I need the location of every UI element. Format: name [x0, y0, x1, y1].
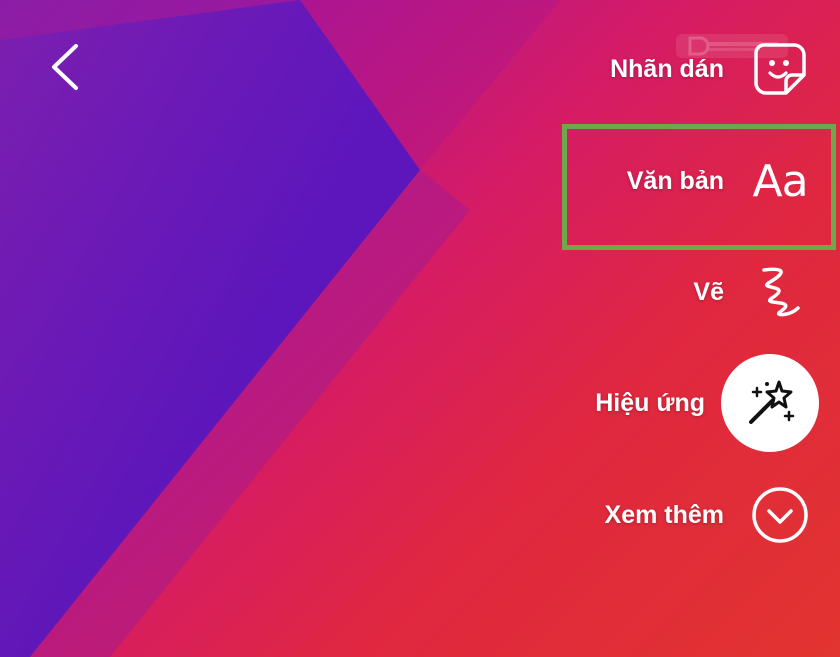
- menu-item-label: Vẽ: [693, 277, 724, 306]
- menu-item-sticker[interactable]: Nhãn dán: [610, 24, 840, 114]
- magic-wand-icon-wrapper: [721, 354, 819, 452]
- menu-item-label: Hiệu ứng: [595, 388, 705, 417]
- menu-item-effects[interactable]: Hiệu ứng: [595, 354, 840, 452]
- menu-item-text[interactable]: Văn bản Aa: [627, 136, 840, 226]
- story-editor-screen: Nhãn dán Văn bản Aa Vẽ Hiệu ứng Xem thêm: [0, 0, 840, 657]
- draw-squiggle-icon: [740, 252, 820, 332]
- menu-item-more[interactable]: Xem thêm: [605, 470, 840, 560]
- menu-item-draw[interactable]: Vẽ: [693, 247, 840, 337]
- text-aa-glyph: Aa: [752, 155, 808, 207]
- chevron-down-circle-icon: [740, 475, 820, 555]
- chevron-left-icon: [52, 44, 78, 90]
- menu-item-label: Nhãn dán: [610, 54, 724, 83]
- text-aa-icon: Aa: [740, 141, 820, 221]
- menu-item-label: Xem thêm: [604, 500, 724, 529]
- menu-item-label: Văn bản: [626, 166, 724, 195]
- sticker-icon: [740, 29, 820, 109]
- effects-active-circle: [721, 354, 819, 452]
- magic-wand-icon: [749, 380, 795, 424]
- back-button[interactable]: [44, 40, 94, 94]
